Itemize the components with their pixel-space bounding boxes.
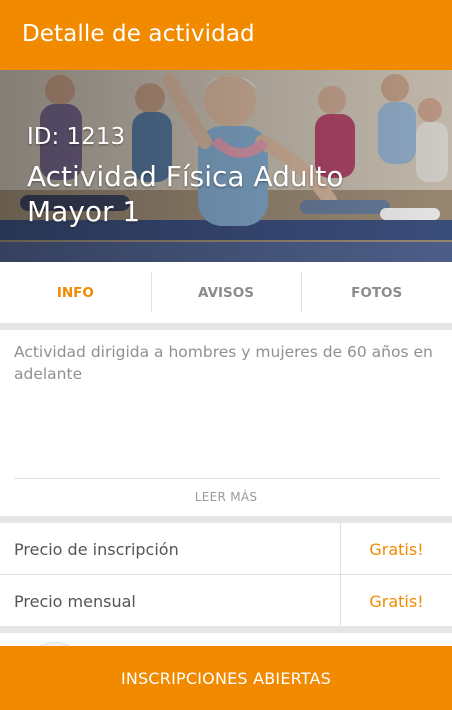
section-divider [0, 323, 452, 330]
registration-open-button[interactable]: INSCRIPCIONES ABIERTAS [0, 646, 452, 710]
activity-name: Actividad Física Adulto Mayor 1 [27, 160, 344, 228]
tab-avisos[interactable]: AVISOS [150, 262, 302, 324]
activity-description: Actividad dirigida a hombres y mujeres d… [14, 343, 433, 383]
activity-id: ID: 1213 [27, 124, 126, 150]
price-value: Gratis! [369, 592, 424, 611]
read-more-button[interactable]: LEER MÁS [0, 490, 452, 504]
price-row-inscription: Precio de inscripción Gratis! [0, 523, 452, 575]
price-label: Precio mensual [14, 592, 136, 611]
app-bar: Detalle de actividad [0, 0, 452, 70]
tab-info[interactable]: INFO [0, 262, 151, 324]
section-divider [0, 626, 452, 633]
price-value: Gratis! [369, 540, 424, 559]
tab-bar: INFO AVISOS FOTOS [0, 262, 452, 324]
section-divider [0, 516, 452, 523]
tab-fotos[interactable]: FOTOS [301, 262, 452, 324]
activity-hero-image: ID: 1213 Actividad Física Adulto Mayor 1 [0, 70, 452, 262]
price-label: Precio de inscripción [14, 540, 179, 559]
divider [14, 478, 440, 479]
app-bar-title: Detalle de actividad [22, 21, 255, 47]
price-row-monthly: Precio mensual Gratis! [0, 575, 452, 627]
